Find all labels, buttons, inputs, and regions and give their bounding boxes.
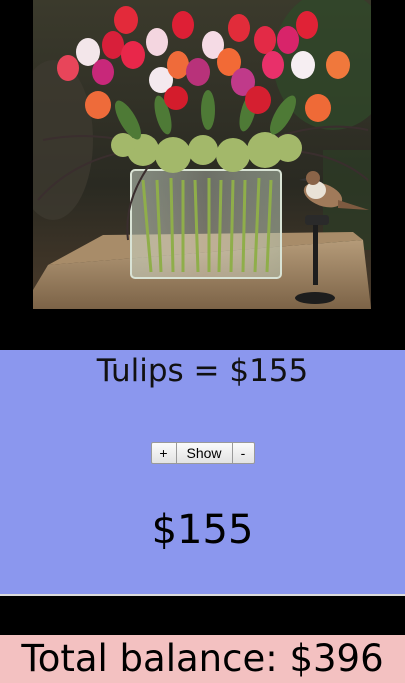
- product-amount: $155: [151, 507, 254, 553]
- plus-button[interactable]: +: [150, 442, 177, 464]
- divider: [0, 594, 405, 596]
- minus-button[interactable]: -: [232, 442, 255, 464]
- product-title: Tulips = $155: [96, 353, 309, 389]
- show-button[interactable]: Show: [176, 442, 233, 464]
- product-panel: Tulips = $155 + Show - $155: [0, 350, 405, 594]
- total-balance-bar: Total balance: $396: [0, 635, 405, 683]
- quantity-controls: + Show -: [0, 442, 405, 464]
- page: Tulips = $155 + Show - $155 Total balance:…: [0, 0, 405, 683]
- total-balance-text: Total balance: $396: [21, 637, 384, 680]
- product-image: [33, 0, 371, 309]
